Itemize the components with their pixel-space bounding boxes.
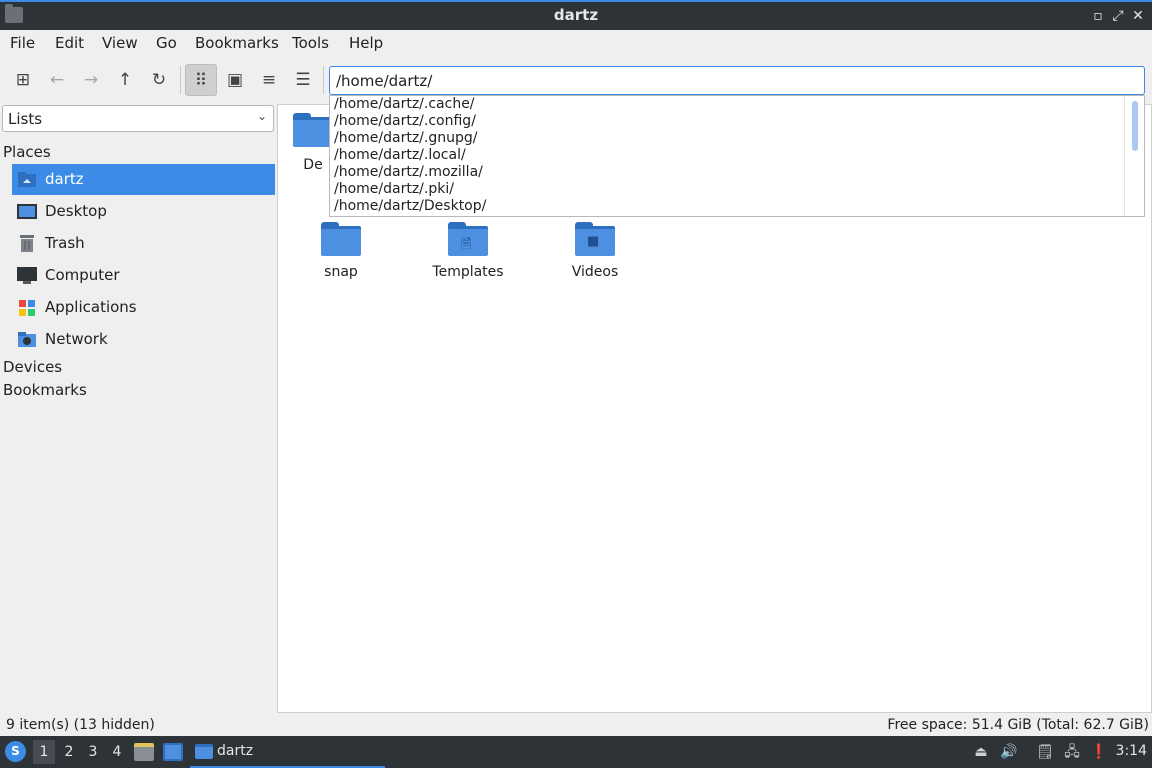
home-folder-icon: [17, 171, 37, 188]
sidebar-item-label: Applications: [45, 298, 137, 316]
window-title: dartz: [553, 6, 599, 24]
sidebar-item-label: Network: [45, 330, 108, 348]
start-menu-icon[interactable]: S: [5, 741, 26, 762]
show-desktop-icon[interactable]: [163, 743, 183, 761]
minimize-icon[interactable]: ▫: [1088, 6, 1108, 26]
file-item-label: snap: [324, 264, 358, 280]
maximize-icon[interactable]: ⤢: [1108, 6, 1128, 26]
file-item-snap[interactable]: snap: [286, 222, 396, 280]
places-heading[interactable]: Places: [3, 143, 51, 161]
menu-file[interactable]: File: [10, 34, 35, 52]
autocomplete-item[interactable]: /home/dartz/.gnupg/: [334, 130, 477, 147]
sidebar-item-computer[interactable]: Computer: [12, 260, 275, 291]
side-pane-mode-select[interactable]: Lists ⌄: [2, 105, 274, 132]
thumbnail-view-icon[interactable]: ▣: [219, 64, 251, 96]
clipboard-icon[interactable]: 🗒: [1036, 744, 1054, 761]
sidebar-item-desktop[interactable]: Desktop: [12, 196, 275, 227]
autocomplete-item[interactable]: /home/dartz/.config/: [334, 113, 476, 130]
taskbar: S 1 2 3 4 dartz ⏏ 🔊 🗒 🖧 ❗ 3:14: [0, 736, 1152, 768]
free-space: Free space: 51.4 GiB (Total: 62.7 GiB): [887, 717, 1149, 733]
sidebar-item-label: Trash: [45, 234, 85, 252]
devices-heading[interactable]: Devices: [3, 358, 62, 376]
desktop-icon: [17, 203, 37, 220]
menu-bar: File Edit View Go Bookmarks Tools Help: [0, 30, 1152, 56]
computer-icon: [17, 267, 37, 284]
videos-folder-icon: ■: [575, 222, 615, 256]
path-autocomplete-list: /home/dartz/.cache/ /home/dartz/.config/…: [329, 95, 1145, 217]
network-icon: [17, 331, 37, 348]
video-camera-emblem-icon: ■: [587, 234, 600, 249]
window-titlebar[interactable]: dartz ▫ ⤢ ✕: [0, 0, 1152, 30]
clock[interactable]: 3:14: [1116, 743, 1147, 759]
new-window-icon[interactable]: ⊞: [7, 64, 39, 96]
bookmarks-heading[interactable]: Bookmarks: [3, 381, 87, 399]
menu-edit[interactable]: Edit: [55, 34, 84, 52]
task-label: dartz: [217, 743, 254, 759]
sidebar-item-network[interactable]: Network: [12, 324, 275, 355]
applications-icon: [17, 299, 37, 316]
task-button-dartz[interactable]: dartz: [190, 738, 385, 768]
sidebar-item-dartz[interactable]: dartz: [12, 164, 275, 195]
close-icon[interactable]: ✕: [1128, 6, 1148, 26]
file-item-label: Videos: [571, 264, 619, 280]
autocomplete-item[interactable]: /home/dartz/.local/: [334, 147, 466, 164]
volume-icon[interactable]: 🔊: [1000, 744, 1018, 761]
eject-icon[interactable]: ⏏: [972, 744, 990, 761]
sidebar-item-label: Computer: [45, 266, 120, 284]
menu-view[interactable]: View: [102, 34, 138, 52]
menu-bookmarks[interactable]: Bookmarks: [195, 34, 279, 52]
toolbar-separator: [180, 66, 181, 94]
icon-view-icon[interactable]: ⠿: [185, 64, 217, 96]
scrollbar-thumb[interactable]: [1132, 101, 1138, 151]
up-icon[interactable]: ↑: [109, 64, 141, 96]
menu-tools[interactable]: Tools: [292, 34, 329, 52]
file-item-label: Templates: [432, 264, 504, 280]
autocomplete-scrollbar[interactable]: [1124, 96, 1144, 216]
sidebar-item-label: dartz: [45, 170, 84, 188]
menu-help[interactable]: Help: [349, 34, 383, 52]
workspace-3[interactable]: 3: [86, 744, 100, 760]
autocomplete-item[interactable]: /home/dartz/.mozilla/: [334, 164, 483, 181]
workspace-4[interactable]: 4: [110, 744, 124, 760]
sidebar-item-applications[interactable]: Applications: [12, 292, 275, 323]
document-emblem-icon: 🗎: [461, 237, 472, 252]
compact-view-icon[interactable]: ≡: [253, 64, 285, 96]
trash-icon: [17, 235, 37, 252]
notification-icon[interactable]: ❗: [1090, 744, 1108, 761]
item-count: 9 item(s) (13 hidden): [6, 717, 155, 733]
workspace-1[interactable]: 1: [33, 740, 55, 764]
file-item-templates[interactable]: 🗎 Templates: [413, 222, 523, 280]
back-icon[interactable]: ←: [41, 64, 73, 96]
autocomplete-item[interactable]: /home/dartz/Desktop/: [334, 198, 486, 215]
autocomplete-item[interactable]: /home/dartz/.cache/: [334, 96, 475, 113]
folder-icon: [321, 222, 361, 256]
sidebar-item-trash[interactable]: Trash: [12, 228, 275, 259]
file-item-videos[interactable]: ■ Videos: [540, 222, 650, 280]
menu-go[interactable]: Go: [156, 34, 177, 52]
forward-icon[interactable]: →: [75, 64, 107, 96]
toolbar-separator: [323, 66, 324, 94]
reload-icon[interactable]: ↻: [143, 64, 175, 96]
network-status-icon[interactable]: 🖧: [1063, 744, 1081, 761]
status-bar: 9 item(s) (13 hidden) Free space: 51.4 G…: [0, 714, 1152, 736]
folder-icon: [195, 744, 213, 759]
autocomplete-item[interactable]: /home/dartz/.pki/: [334, 181, 454, 198]
detailed-list-view-icon[interactable]: ☰: [287, 64, 319, 96]
templates-folder-icon: 🗎: [448, 222, 488, 256]
path-input[interactable]: /home/dartz/: [329, 66, 1145, 95]
file-manager-launcher-icon[interactable]: [134, 743, 154, 761]
desktop-folder-icon: [293, 113, 333, 147]
sidebar-item-label: Desktop: [45, 202, 107, 220]
workspace-2[interactable]: 2: [62, 744, 76, 760]
side-pane-mode-label: Lists: [8, 110, 43, 128]
